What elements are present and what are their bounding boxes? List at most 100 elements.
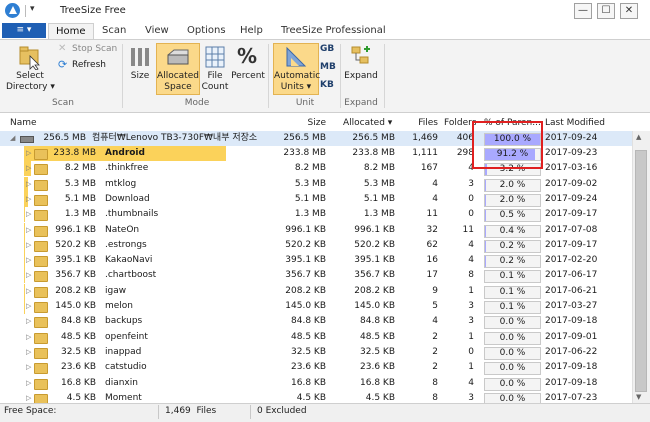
row-percent: 0.0 % [500,333,526,343]
expand-arrow-icon[interactable]: ▷ [26,238,31,253]
expand-label: Expand [344,71,378,82]
expand-arrow-icon[interactable]: ▷ [26,345,31,360]
expand-arrow-icon[interactable]: ▷ [26,330,31,345]
row-percent: 0.0 % [500,317,526,327]
root-allocated: 256.5 MB [335,131,395,146]
expand-arrow-icon[interactable]: ▷ [26,299,31,314]
select-directory-button[interactable]: Select Directory ▾ [8,44,52,96]
row-name: igaw [105,284,255,299]
expand-arrow-icon[interactable]: ▷ [26,284,31,299]
row-files: 4 [400,314,438,329]
row-modified: 2017-09-18 [545,314,615,329]
column-header-allocated[interactable]: Allocated ▾ [343,118,392,128]
row-name: .chartboost [105,268,255,283]
tab-help[interactable]: Help [233,23,270,39]
expand-arrow-icon[interactable]: ▷ [26,177,31,192]
expand-arrow-icon[interactable]: ▷ [26,360,31,375]
allocated-space-button[interactable]: Allocated Space [156,43,200,95]
folder-icon [34,287,48,298]
quick-access-dropdown-icon[interactable]: ▾ [30,4,35,14]
unit-gb-button[interactable]: GB [320,44,334,54]
file-menu-button[interactable]: ≡ ▾ [2,23,46,38]
row-size-label: 23.6 KB [50,360,96,375]
table-row[interactable]: ▷145.0 KBmelon145.0 KB145.0 KB530.1 %201… [0,299,632,314]
column-header-size[interactable]: Size [280,118,326,128]
unit-kb-button[interactable]: KB [320,80,334,90]
column-header-name[interactable]: Name [10,118,37,128]
scroll-down-icon[interactable]: ▼ [636,393,641,401]
tab-scan[interactable]: Scan [95,23,133,39]
minimize-button[interactable]: — [574,3,592,19]
row-allocated: 48.5 KB [335,330,395,345]
table-row[interactable]: ▷5.1 MBDownload5.1 MB5.1 MB402.0 %2017-0… [0,192,632,207]
table-row[interactable]: ▷395.1 KBKakaoNavi395.1 KB395.1 KB1640.2… [0,253,632,268]
row-percent: 0.5 % [500,210,526,220]
column-header-files[interactable]: Files [405,118,438,128]
title-separator [25,5,26,17]
expand-arrow-icon[interactable]: ▷ [26,192,31,207]
row-allocated: 395.1 KB [335,253,395,268]
group-separator [384,44,385,108]
unit-mb-button[interactable]: MB [320,62,336,72]
refresh-button[interactable]: ⟳ Refresh [58,59,118,72]
table-row[interactable]: ▷996.1 KBNateOn996.1 KB996.1 KB32110.4 %… [0,223,632,238]
tab-options[interactable]: Options [180,23,233,39]
table-row[interactable]: ▷208.2 KBigaw208.2 KB208.2 KB910.1 %2017… [0,284,632,299]
close-button[interactable]: ✕ [620,3,638,19]
tab-home[interactable]: Home [48,23,94,40]
table-row[interactable]: ▷1.3 MB.thumbnails1.3 MB1.3 MB1100.5 %20… [0,207,632,222]
expand-arrow-icon[interactable]: ▷ [26,146,31,161]
collapse-arrow-icon[interactable]: ◢ [10,131,15,146]
stop-scan-button[interactable]: ✕ Stop Scan [58,43,118,56]
row-files: 11 [400,207,438,222]
size-mode-button[interactable]: Size [127,44,153,96]
scroll-up-icon[interactable]: ▲ [636,133,641,141]
row-percent-bar: 0.0 % [484,316,541,329]
row-size: 996.1 KB [270,223,326,238]
folder-icon [34,180,48,191]
status-separator [158,405,159,419]
row-size-label: 84.8 KB [50,314,96,329]
expand-arrow-icon[interactable]: ▷ [26,268,31,283]
expand-arrow-icon[interactable]: ▷ [26,161,31,176]
column-header-last-modified[interactable]: Last Modified [545,118,605,128]
maximize-button[interactable]: ☐ [597,3,615,19]
row-name: Android [105,146,255,161]
percent-button[interactable]: % Percent [231,44,265,96]
app-logo-icon[interactable] [5,3,20,18]
row-folders: 1 [442,330,474,345]
tab-view[interactable]: View [138,23,176,39]
expand-arrow-icon[interactable]: ▷ [26,314,31,329]
expand-arrow-icon[interactable]: ▷ [26,253,31,268]
expand-arrow-icon[interactable]: ▷ [26,376,31,391]
tab-treesize-professional[interactable]: TreeSize Professional [274,23,393,39]
table-row[interactable]: ▷520.2 KB.estrongs520.2 KB520.2 KB6240.2… [0,238,632,253]
file-count-label: File Count [200,71,230,93]
row-size: 356.7 KB [270,268,326,283]
row-modified: 2017-02-20 [545,253,615,268]
table-row[interactable]: ▷5.3 MBmtklog5.3 MB5.3 MB432.0 %2017-09-… [0,177,632,192]
folder-icon [34,363,48,374]
row-modified: 2017-09-18 [545,376,615,391]
table-row[interactable]: ▷356.7 KB.chartboost356.7 KB356.7 KB1780… [0,268,632,283]
row-size-label: 208.2 KB [50,284,96,299]
table-row[interactable]: ▷84.8 KBbackups84.8 KB84.8 KB430.0 %2017… [0,314,632,329]
file-count-button[interactable]: File Count [200,44,230,96]
expand-arrow-icon[interactable]: ▷ [26,207,31,222]
table-row[interactable]: ▷23.6 KBcatstudio23.6 KB23.6 KB210.0 %20… [0,360,632,375]
row-folders: 3 [442,299,474,314]
percent-icon: % [237,44,257,68]
expand-button[interactable]: Expand [344,44,378,96]
row-percent: 0.2 % [500,241,526,251]
scroll-thumb[interactable] [635,150,647,392]
table-row[interactable]: ▷48.5 KBopenfeint48.5 KB48.5 KB210.0 %20… [0,330,632,345]
row-percent-bar: 0.0 % [484,362,541,375]
table-row[interactable]: ▷16.8 KBdianxin16.8 KB16.8 KB840.0 %2017… [0,376,632,391]
folder-icon [34,348,48,359]
row-modified: 2017-03-16 [545,161,615,176]
automatic-units-button[interactable]: Automatic Units ▾ [273,43,319,95]
expand-arrow-icon[interactable]: ▷ [26,223,31,238]
stop-scan-label: Stop Scan [72,44,117,54]
table-row[interactable]: ▷32.5 KBinappad32.5 KB32.5 KB200.0 %2017… [0,345,632,360]
row-size-label: 1.3 MB [50,207,96,222]
